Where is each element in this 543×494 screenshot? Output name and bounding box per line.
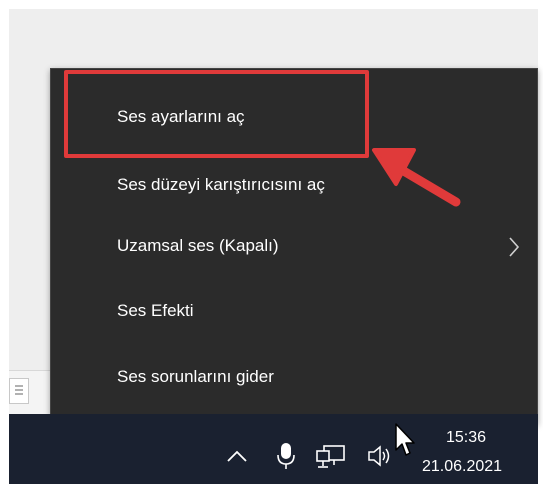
annotation-highlight-box	[64, 70, 369, 158]
annotation-arrow-icon	[368, 140, 468, 225]
menu-item-label: Ses sorunlarını gider	[117, 367, 274, 386]
speaker-icon[interactable]	[367, 444, 393, 473]
menu-item-label: Uzamsal ses (Kapalı)	[117, 236, 279, 255]
microphone-icon[interactable]	[277, 442, 295, 475]
menu-item-label: Ses düzeyi karıştırıcısını aç	[117, 175, 325, 194]
network-icon[interactable]	[316, 445, 346, 474]
chevron-right-icon	[507, 236, 521, 263]
menu-item-sound-effect[interactable]: Ses Efekti	[51, 283, 537, 339]
menu-item-troubleshoot-sound[interactable]: Ses sorunlarını gider	[51, 349, 537, 405]
chevron-up-icon[interactable]	[226, 449, 248, 468]
menu-item-spatial-sound[interactable]: Uzamsal ses (Kapalı)	[51, 218, 537, 274]
taskbar: 15:36 21.06.2021	[9, 414, 538, 484]
mouse-cursor-icon	[394, 422, 418, 463]
menu-item-label: Ses Efekti	[117, 301, 194, 320]
clock-date[interactable]: 21.06.2021	[422, 458, 502, 476]
clock-time[interactable]: 15:36	[446, 429, 486, 447]
page-icon	[9, 378, 29, 404]
